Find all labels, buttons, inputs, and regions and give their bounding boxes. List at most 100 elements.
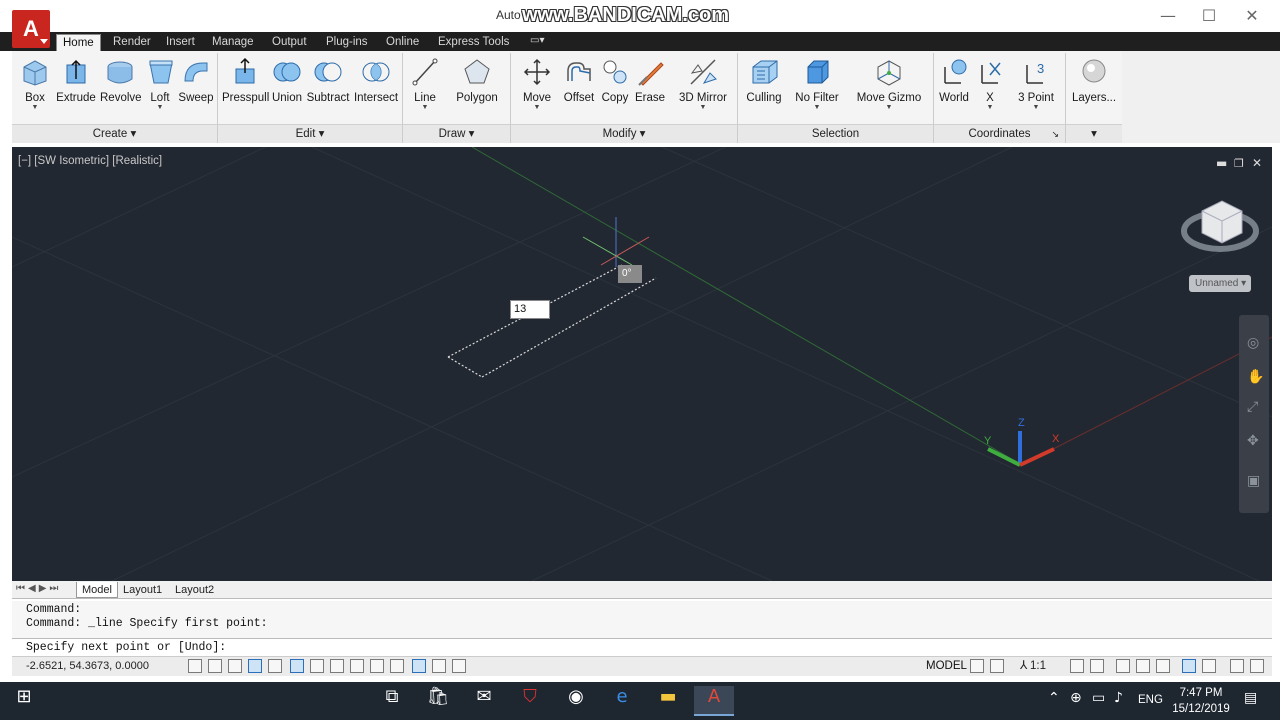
orbit-icon[interactable]: ✥ <box>1247 433 1259 449</box>
pan-icon[interactable]: ✋ <box>1247 369 1264 385</box>
infer-constraints-icon[interactable] <box>188 659 202 673</box>
input-language[interactable]: ENG <box>1138 694 1163 706</box>
draw-panel-title[interactable]: Draw ▾ <box>403 124 510 143</box>
minimize-button[interactable]: — <box>1156 6 1180 26</box>
polygon-button[interactable]: Polygon <box>452 55 502 123</box>
3-point-button[interactable]: 3 3 Point ▼ <box>1012 55 1060 123</box>
culling-button[interactable]: Culling <box>744 55 784 123</box>
lineweight-icon[interactable] <box>390 659 404 673</box>
dynamic-input-field[interactable]: 13 <box>510 300 550 319</box>
tab-express-tools[interactable]: Express Tools <box>432 34 515 51</box>
world-button[interactable]: World <box>936 55 972 123</box>
layers-panel-expander[interactable]: ▾ <box>1066 124 1122 143</box>
3d-mirror-button[interactable]: 3D Mirror ▼ <box>676 55 730 123</box>
action-center-icon[interactable]: ▤ <box>1244 690 1257 706</box>
obs-recorder-icon[interactable]: ◉ <box>556 686 596 716</box>
revolve-button[interactable]: Revolve <box>100 55 142 123</box>
tab-home[interactable]: Home <box>56 34 101 51</box>
move-gizmo-button[interactable]: Move Gizmo ▼ <box>854 55 924 123</box>
tab-insert[interactable]: Insert <box>160 34 201 51</box>
ortho-mode-icon[interactable] <box>248 659 262 673</box>
snap-mode-icon[interactable] <box>208 659 222 673</box>
autocad-taskbar-icon[interactable]: A <box>694 686 734 716</box>
workspace-toggle-icon[interactable]: ▭▾ <box>530 35 552 48</box>
navigation-bar[interactable]: ◎ ✋ ⤢ ✥ ▣ <box>1239 315 1269 513</box>
intersect-button[interactable]: Intersect <box>353 55 399 123</box>
subtract-button[interactable]: Subtract <box>306 55 350 123</box>
command-line-input[interactable]: Specify next point or [Undo]: <box>12 638 1272 656</box>
tab-model[interactable]: Model <box>76 582 118 598</box>
steering-wheel-icon[interactable]: ◎ <box>1247 335 1259 351</box>
ucs-name-dropdown[interactable]: Unnamed ▾ <box>1189 275 1251 292</box>
showmotion-icon[interactable]: ▣ <box>1247 473 1260 489</box>
extrude-button[interactable]: Extrude <box>56 55 96 123</box>
isolate-objects-icon[interactable] <box>1182 659 1196 673</box>
network-icon[interactable]: ⊕ <box>1070 690 1082 706</box>
edge-browser-icon[interactable]: e <box>602 686 642 716</box>
clean-screen-icon[interactable] <box>1250 659 1264 673</box>
modify-panel-title[interactable]: Modify ▾ <box>511 124 737 143</box>
annotation-scale[interactable]: 1:1 <box>1030 658 1046 675</box>
tab-output[interactable]: Output <box>266 34 313 51</box>
erase-button[interactable]: Erase <box>634 55 666 123</box>
object-snap-tracking-icon[interactable] <box>330 659 344 673</box>
dynamic-input-icon[interactable] <box>370 659 384 673</box>
tab-online[interactable]: Online <box>380 34 425 51</box>
loft-button[interactable]: Loft ▼ <box>146 55 174 123</box>
lock-ui-icon[interactable] <box>1136 659 1150 673</box>
status-menu-icon[interactable] <box>1230 659 1244 673</box>
model-space-button[interactable]: MODEL <box>924 658 969 675</box>
presspull-button[interactable]: Presspull <box>222 55 269 123</box>
coordinate-readout[interactable]: -2.6521, 54.3673, 0.0000 <box>26 660 149 672</box>
start-button-windows-icon[interactable]: ⊞ <box>4 686 44 716</box>
volume-icon[interactable]: ♪ <box>1114 690 1123 706</box>
application-menu-button[interactable]: A <box>12 10 50 48</box>
hardware-acceleration-icon[interactable] <box>1156 659 1170 673</box>
layers-button[interactable]: Layers... <box>1070 55 1118 123</box>
tab-plug-ins[interactable]: Plug-ins <box>320 34 374 51</box>
polar-tracking-icon[interactable] <box>268 659 282 673</box>
quick-view-layouts-icon[interactable] <box>970 659 984 673</box>
clock[interactable]: 7:47 PM 15/12/2019 <box>1168 685 1234 717</box>
tray-overflow-icon[interactable]: ⌃ <box>1048 690 1060 706</box>
file-explorer-icon[interactable]: ▬ <box>648 686 688 716</box>
line-button[interactable]: Line ▼ <box>408 55 442 123</box>
layout-scroll-arrows-icon[interactable]: ⏮◀▶⏭ <box>16 583 61 594</box>
quick-view-drawings-icon[interactable] <box>990 659 1004 673</box>
viewport-controls-label[interactable]: [−] [SW Isometric] [Realistic] <box>18 155 162 167</box>
maximize-button[interactable]: ☐ <box>1197 6 1221 26</box>
no-filter-button[interactable]: No Filter ▼ <box>792 55 842 123</box>
edit-panel-title[interactable]: Edit ▾ <box>218 124 402 143</box>
mcafee-icon[interactable]: ⛉ <box>510 686 550 716</box>
microsoft-store-icon[interactable]: 🛍 <box>418 686 458 716</box>
task-view-icon[interactable]: ⧉ <box>372 686 412 716</box>
offset-button[interactable]: Offset <box>560 55 598 123</box>
create-panel-title[interactable]: Create ▾ <box>12 124 217 143</box>
transparency-icon[interactable] <box>412 659 426 673</box>
ucs-x-button[interactable]: X ▼ <box>976 55 1004 123</box>
quick-properties-icon[interactable] <box>432 659 446 673</box>
drawing-viewport[interactable]: ▬ ❐ ✕ [−] [SW Isometric] [Realistic] Y Z… <box>12 147 1272 581</box>
annotation-monitor-icon[interactable] <box>1202 659 1216 673</box>
annotation-scale-icon[interactable]: ⅄ <box>1020 658 1027 672</box>
box-button[interactable]: Box ▼ <box>18 55 52 123</box>
object-snap-icon[interactable] <box>290 659 304 673</box>
annotation-visibility-icon[interactable] <box>1070 659 1084 673</box>
dynamic-ucs-icon[interactable] <box>350 659 364 673</box>
union-button[interactable]: Union <box>271 55 303 123</box>
tab-layout1[interactable]: Layout1 <box>118 582 167 598</box>
coordinates-panel-title[interactable]: Coordinates ↘ <box>934 124 1065 143</box>
copy-button[interactable]: Copy <box>600 55 630 123</box>
workspace-switching-icon[interactable] <box>1116 659 1130 673</box>
zoom-icon[interactable]: ⤢ <box>1247 399 1258 415</box>
battery-icon[interactable]: ▭ <box>1092 690 1105 706</box>
3d-object-snap-icon[interactable] <box>310 659 324 673</box>
move-button[interactable]: Move ▼ <box>520 55 554 123</box>
tab-manage[interactable]: Manage <box>206 34 260 51</box>
close-button[interactable]: ✕ <box>1240 6 1264 26</box>
tab-render[interactable]: Render <box>107 34 157 51</box>
tab-layout2[interactable]: Layout2 <box>170 582 219 598</box>
grid-display-icon[interactable] <box>228 659 242 673</box>
sweep-button[interactable]: Sweep <box>178 55 214 123</box>
auto-scale-icon[interactable] <box>1090 659 1104 673</box>
